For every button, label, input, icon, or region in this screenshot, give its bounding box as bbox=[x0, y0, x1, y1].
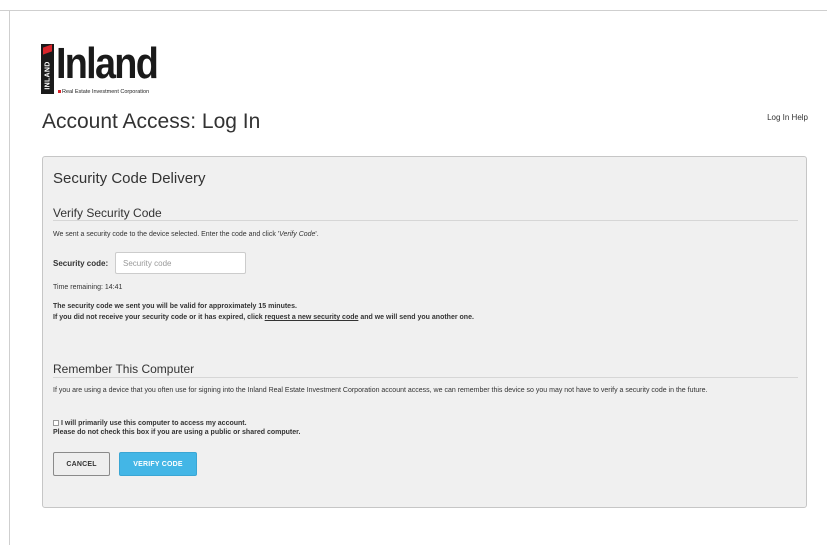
verify-intro-suffix: '. bbox=[315, 231, 319, 238]
resend-suffix: and we will send you another one. bbox=[358, 314, 474, 321]
logo-vertical-text: INLAND bbox=[44, 61, 52, 90]
page-title: Account Access: Log In bbox=[42, 110, 261, 133]
verify-intro-prefix: We sent a security code to the device se… bbox=[53, 231, 280, 238]
time-remaining: Time remaining: 14:41 bbox=[53, 284, 123, 291]
verify-intro-text: We sent a security code to the device se… bbox=[53, 230, 319, 239]
panel-title: Security Code Delivery bbox=[53, 170, 206, 187]
logo-flag-icon bbox=[43, 44, 52, 55]
remember-checkbox-row: I will primarily use this computer to ac… bbox=[53, 419, 300, 437]
logo-subtitle-text: Real Estate Investment Corporation bbox=[62, 89, 150, 95]
public-computer-warning: Please do not check this box if you are … bbox=[53, 429, 301, 436]
window-left-edge bbox=[9, 10, 10, 545]
window-top-edge bbox=[0, 0, 827, 11]
verify-intro-emphasis: Verify Code bbox=[279, 231, 316, 238]
resend-prefix: If you did not receive your security cod… bbox=[53, 314, 265, 321]
remember-checkbox-label[interactable]: I will primarily use this computer to ac… bbox=[61, 420, 247, 427]
log-in-help-link[interactable]: Log In Help bbox=[767, 113, 808, 122]
security-code-input[interactable] bbox=[115, 252, 246, 274]
remember-section-divider bbox=[53, 377, 798, 378]
request-new-code-link[interactable]: request a new security code bbox=[265, 314, 359, 321]
verify-section-divider bbox=[53, 220, 798, 221]
remember-section-title: Remember This Computer bbox=[53, 362, 195, 376]
remember-description: If you are using a device that you often… bbox=[53, 387, 708, 394]
security-code-panel: Security Code Delivery Verify Security C… bbox=[42, 156, 807, 508]
logo-word: Inland bbox=[56, 39, 159, 88]
logo-subtitle: Real Estate Investment Corporation bbox=[58, 89, 149, 95]
cancel-button[interactable]: CANCEL bbox=[53, 452, 110, 476]
logo-block: INLAND bbox=[41, 44, 54, 94]
verify-code-button[interactable]: VERIFY CODE bbox=[119, 452, 197, 476]
verify-section-title: Verify Security Code bbox=[53, 206, 162, 220]
logo-dot-icon bbox=[58, 90, 61, 93]
remember-computer-checkbox[interactable] bbox=[53, 420, 59, 426]
validity-note: The security code we sent you will be va… bbox=[53, 303, 297, 310]
security-code-label: Security code: bbox=[53, 259, 109, 268]
resend-text: If you did not receive your security cod… bbox=[53, 313, 474, 322]
inland-logo: INLAND Inland Real Estate Investment Cor… bbox=[41, 39, 161, 96]
